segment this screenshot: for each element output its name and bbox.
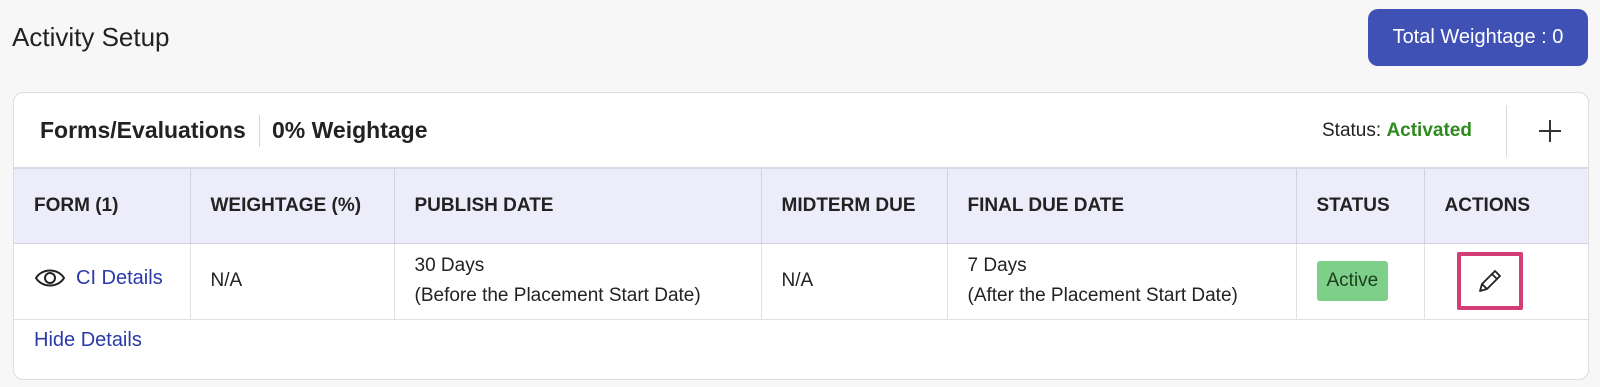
card-weightage: 0% Weightage [272, 117, 428, 143]
edit-button[interactable] [1456, 252, 1523, 310]
status-value: Activated [1386, 120, 1472, 141]
final-due-date-cell: 7 Days (After the Placement Start Date) [947, 243, 1297, 320]
column-header-form: FORM (1) [14, 169, 191, 244]
publish-date-cell: 30 Days (Before the Placement Start Date… [394, 243, 762, 320]
page-header: Activity Setup Total Weightage : 0 [0, 0, 1600, 80]
table-row: CI Details N/A 30 Days (Before the Place… [14, 243, 1588, 320]
midterm-due-cell: N/A [761, 243, 948, 320]
column-header-final-due-date: FINAL DUE DATE [947, 169, 1297, 244]
forms-table: FORM (1) WEIGHTAGE (%) PUBLISH DATE MIDT… [14, 169, 1588, 320]
card-header: Forms/Evaluations 0% Weightage Status: A… [14, 93, 1588, 169]
form-link[interactable]: CI Details [34, 263, 163, 293]
table-header-row: FORM (1) WEIGHTAGE (%) PUBLISH DATE MIDT… [14, 169, 1588, 244]
publish-days: 30 Days [414, 255, 485, 276]
column-header-publish-date: PUBLISH DATE [394, 169, 762, 244]
status-badge: Active [1316, 261, 1389, 301]
column-header-status: STATUS [1296, 169, 1425, 244]
publish-note: (Before the Placement Start Date) [414, 285, 701, 306]
eye-icon [34, 269, 66, 287]
final-days: 7 Days [967, 255, 1027, 276]
form-name: CI Details [76, 267, 163, 289]
title-divider [259, 115, 260, 147]
final-note: (After the Placement Start Date) [967, 285, 1238, 306]
column-header-midterm-due: MIDTERM DUE [761, 169, 948, 244]
hide-details-link[interactable]: Hide Details [34, 329, 142, 352]
actions-cell [1424, 243, 1588, 320]
card-title: Forms/Evaluations [40, 117, 246, 143]
column-header-actions: ACTIONS [1424, 169, 1588, 244]
header-divider [1506, 105, 1507, 157]
page-title: Activity Setup [12, 22, 170, 52]
forms-evaluations-card: Forms/Evaluations 0% Weightage Status: A… [13, 92, 1589, 380]
weightage-cell: N/A [190, 243, 395, 320]
status-cell: Active [1296, 243, 1425, 320]
status-label: Status: [1322, 120, 1382, 141]
add-button[interactable] [1534, 115, 1566, 147]
form-cell: CI Details [14, 243, 191, 320]
pencil-icon [1478, 270, 1501, 292]
column-header-weightage: WEIGHTAGE (%) [190, 169, 395, 244]
total-weightage-button[interactable]: Total Weightage : 0 [1368, 9, 1588, 66]
card-status: Status: Activated [1322, 120, 1472, 142]
